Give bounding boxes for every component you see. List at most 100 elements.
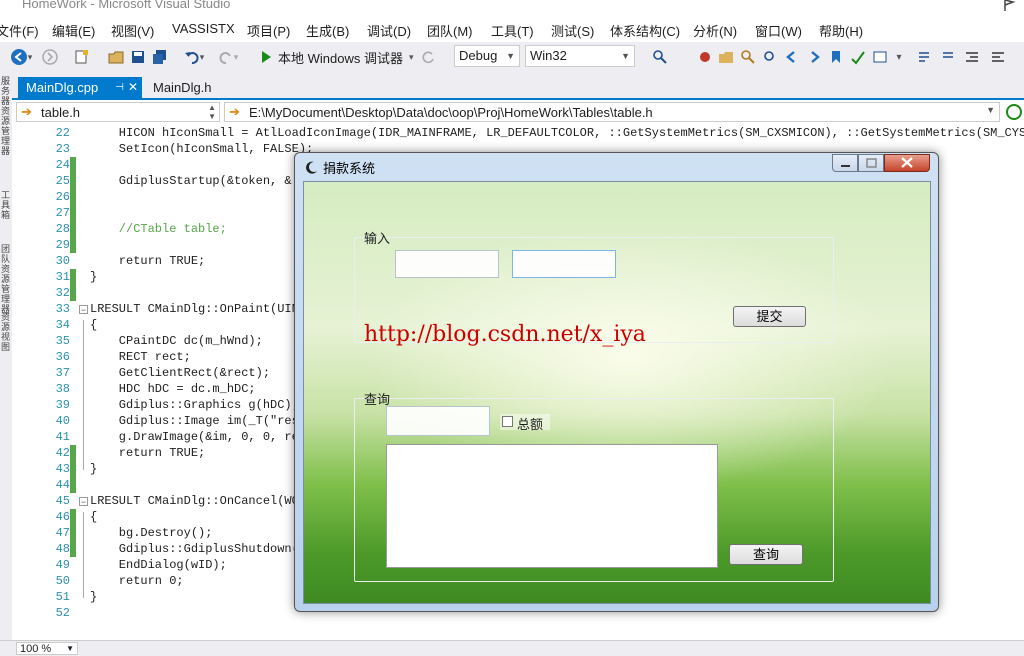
line-number: 25: [55, 174, 70, 188]
va-tool-button-3[interactable]: [738, 48, 758, 66]
maximize-icon: [866, 158, 877, 168]
menu-item[interactable]: 窗口(W): [755, 21, 802, 40]
results-list[interactable]: [386, 444, 718, 568]
va-tool-button-8[interactable]: [848, 48, 868, 66]
chevron-down-icon: ▼: [986, 105, 995, 115]
va-forward-icon: [811, 51, 820, 63]
tab-maindlg-h[interactable]: MainDlg.h: [145, 77, 225, 98]
code-line: HICON hIconSmall = AtlLoadIconImage(IDR_…: [90, 126, 1024, 140]
va-spell-check-icon: [851, 51, 865, 65]
arrow-right-icon: ➔: [21, 104, 32, 119]
input-field-1[interactable]: [395, 250, 499, 278]
close-button[interactable]: [884, 154, 930, 172]
line-number: 33: [55, 302, 70, 316]
va-tool-button-10[interactable]: [914, 48, 934, 66]
tool-window-tab[interactable]: 服务器资源管理器: [1, 76, 11, 156]
new-project-button[interactable]: [72, 48, 92, 66]
menu-item[interactable]: 工具(T): [491, 21, 534, 40]
tab-maindlg-cpp[interactable]: MainDlg.cpp ⊣ ✕: [18, 77, 142, 98]
line-number: 42: [55, 446, 70, 460]
fold-toggle[interactable]: −: [79, 497, 88, 507]
va-tool-button-6[interactable]: [804, 48, 824, 66]
menu-item[interactable]: 团队(M): [427, 21, 473, 40]
va-tool-button-7[interactable]: [826, 48, 846, 66]
maximize-button[interactable]: [858, 154, 884, 172]
tool-window-tab[interactable]: 资源视图: [1, 312, 11, 352]
notification-flag-icon[interactable]: [1002, 0, 1016, 12]
code-line: g.DrawImage(&im, 0, 0, re: [90, 430, 299, 444]
save-button[interactable]: [128, 48, 148, 66]
va-tool-button-12[interactable]: [962, 48, 982, 66]
arrow-right-icon: ➔: [229, 104, 240, 119]
dialog-title: 捐款系统: [323, 161, 376, 176]
open-file-button[interactable]: [106, 48, 126, 66]
submit-button[interactable]: 提交: [733, 306, 806, 327]
code-line: return TRUE;: [90, 446, 206, 460]
va-uncomment-icon: [943, 52, 953, 58]
total-checkbox[interactable]: 总额: [500, 414, 550, 432]
tool-window-tab[interactable]: 团队资源管理器: [1, 244, 11, 314]
code-line: return 0;: [90, 574, 184, 588]
menu-item[interactable]: 编辑(E): [52, 21, 95, 40]
menu-item[interactable]: 体系结构(C): [610, 21, 680, 40]
change-indicator: [70, 285, 76, 301]
redo-button[interactable]: ▾: [214, 48, 242, 66]
scope-dropdown[interactable]: ➔ table.h ▲ ▼: [16, 102, 220, 122]
close-icon: [901, 157, 913, 168]
forward-button[interactable]: [40, 48, 60, 66]
code-line: {: [90, 510, 98, 524]
menu-item[interactable]: 生成(B): [306, 21, 349, 40]
solution-platform-select[interactable]: Win32 ▼: [525, 45, 635, 67]
menu-item[interactable]: 测试(S): [551, 21, 594, 40]
query-input[interactable]: [386, 406, 490, 436]
va-find-icon: [741, 50, 755, 64]
va-tool-button-5[interactable]: [782, 48, 802, 66]
tool-window-tab[interactable]: 工具箱: [1, 190, 11, 220]
input-field-2[interactable]: [512, 250, 616, 278]
undo-button[interactable]: ▾: [180, 48, 208, 66]
va-comment-icon: [919, 52, 929, 62]
change-indicator: [70, 157, 76, 173]
menu-item[interactable]: 分析(N): [693, 21, 737, 40]
va-tool-button-1[interactable]: [695, 48, 715, 66]
line-number: 31: [55, 270, 70, 284]
start-debugging-button[interactable]: 本地 Windows 调试器 ▾: [260, 48, 416, 66]
menu-item[interactable]: 帮助(H): [819, 21, 863, 40]
status-bar: 100 % ▼: [0, 640, 1024, 656]
zoom-value: 100 %: [20, 643, 52, 655]
close-icon[interactable]: ✕: [128, 77, 138, 98]
navigation-bar: ➔ table.h ▲ ▼ ➔ E:\MyDocument\Desktop\Dat…: [12, 100, 1024, 125]
forward-arrow-icon: [42, 49, 58, 65]
toolbar-overflow-button[interactable]: ▾: [892, 48, 906, 66]
fold-toggle[interactable]: −: [79, 305, 88, 315]
fold-guide: [83, 320, 84, 470]
code-line: }: [90, 462, 98, 476]
zoom-select[interactable]: 100 % ▼: [16, 642, 78, 655]
member-dropdown[interactable]: ➔ E:\MyDocument\Desktop\Data\doc\oop\Pro…: [224, 102, 1000, 122]
refresh-button[interactable]: [420, 48, 436, 66]
save-disk-icon: [132, 51, 144, 63]
scope-spin-icon: ▲ ▼: [208, 103, 216, 121]
menu-item[interactable]: 项目(P): [247, 21, 290, 40]
menu-item[interactable]: 文件(F): [0, 21, 39, 40]
line-number: 41: [55, 430, 70, 444]
menu-item[interactable]: VASSISTX: [172, 21, 235, 36]
va-tool-button-2[interactable]: [716, 48, 736, 66]
menu-item[interactable]: 视图(V): [111, 21, 154, 40]
code-line: {: [90, 318, 98, 332]
va-tool-button-4[interactable]: [760, 48, 780, 66]
find-symbol-button[interactable]: [650, 48, 670, 66]
va-tool-button-9[interactable]: [870, 48, 890, 66]
va-tool-button-11[interactable]: [938, 48, 958, 66]
solution-configuration-select[interactable]: Debug ▼: [454, 45, 520, 67]
save-all-button[interactable]: [150, 48, 170, 66]
va-tool-button-13[interactable]: [988, 48, 1008, 66]
query-button[interactable]: 查询: [729, 544, 803, 565]
back-button[interactable]: ▾: [6, 48, 36, 66]
minimize-button[interactable]: [832, 154, 858, 172]
menu-item[interactable]: 调试(D): [367, 21, 411, 40]
configuration-value: Debug: [459, 48, 498, 63]
change-indicator: [70, 205, 76, 221]
split-window-button[interactable]: [1004, 103, 1022, 121]
pin-icon[interactable]: ⊣: [115, 77, 124, 98]
